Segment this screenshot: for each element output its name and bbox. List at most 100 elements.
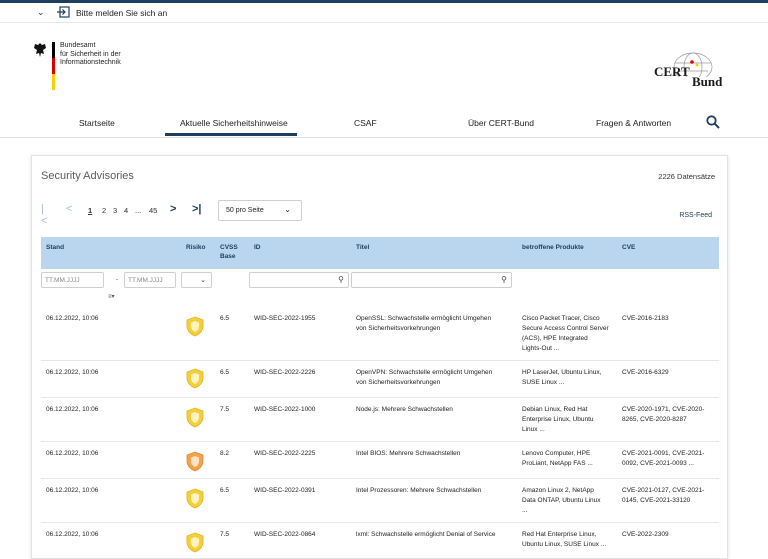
col-cvss-line2: Base <box>220 253 236 260</box>
last-page-button[interactable]: >| <box>192 203 202 215</box>
cell-titel[interactable]: Intel Prozessoren: Mehrere Schwachstelle… <box>356 486 481 496</box>
page-ellipsis: ... <box>135 206 142 215</box>
flag-gold <box>52 74 55 90</box>
cell-titel[interactable]: Intel BIOS: Mehrere Schwachstellen <box>356 449 460 459</box>
first-page-button[interactable]: |< <box>41 203 47 227</box>
cell-id[interactable]: WID-SEC-2022-2225 <box>254 449 315 459</box>
col-cvss-line1: CVSS <box>220 244 238 251</box>
col-cvss[interactable]: CVSS Base <box>220 243 238 261</box>
flag-red <box>52 58 55 74</box>
bsi-name: Bundesamt für Sicherheit in der Informat… <box>60 42 121 68</box>
cell-produkte-line: Lights-Out ... <box>522 345 560 352</box>
cell-titel[interactable]: Node.js: Mehrere Schwachstellen <box>356 405 453 415</box>
cell-id[interactable]: WID-SEC-2022-1955 <box>254 314 315 324</box>
col-stand[interactable]: Stand <box>46 243 64 252</box>
table-row[interactable]: 06.12.2022, 10:06 7.5 WID-SEC-2022-1000 … <box>41 399 719 442</box>
cell-cve-line: 8265, CVE-2020-8287 <box>622 416 687 423</box>
chevron-down-icon: ⌄ <box>200 277 206 284</box>
shield-icon <box>186 451 204 472</box>
table-header: Stand Risiko CVSS Base ID Titel betroffe… <box>41 237 719 269</box>
cell-cve: CVE-2022-2309 <box>622 530 669 540</box>
cell-id[interactable]: WID-SEC-2022-0391 <box>254 486 315 496</box>
col-cve[interactable]: CVE <box>622 243 635 252</box>
advisories-title: Security Advisories <box>41 170 134 182</box>
table-row[interactable]: 06.12.2022, 10:06 8.2 WID-SEC-2022-2225 … <box>41 443 719 479</box>
search-icon[interactable] <box>706 115 720 129</box>
nav-csaf[interactable]: CSAF <box>354 118 377 128</box>
cell-titel-line: lxml: Schwachstelle ermöglicht Denial of… <box>356 531 496 538</box>
title-filter-input[interactable]: ⚲ <box>351 272 512 288</box>
page-2-button[interactable]: 2 <box>102 206 106 215</box>
cell-id[interactable]: WID-SEC-2022-1000 <box>254 405 315 415</box>
bsi-logo[interactable]: Bundesamt für Sicherheit in der Informat… <box>33 42 143 92</box>
cell-produkte-line: Secure Access Control Server <box>522 325 609 332</box>
date-to-field[interactable]: TT.MM.JJJJ <box>124 272 176 288</box>
table-row[interactable]: 06.12.2022, 10:06 6.5 WID-SEC-2022-1955 … <box>41 308 719 361</box>
page-4-button[interactable]: 4 <box>124 206 128 215</box>
chevron-down-icon: ⌄ <box>284 205 291 214</box>
nav-ueber-cert-bund[interactable]: Über CERT-Bund <box>468 118 534 128</box>
cell-cve-line: 0145, CVE-2021-33120 <box>622 497 691 504</box>
cell-id[interactable]: WID-SEC-2022-0864 <box>254 530 315 540</box>
cell-titel-line: Intel BIOS: Mehrere Schwachstellen <box>356 450 461 457</box>
col-risiko[interactable]: Risiko <box>186 243 206 252</box>
login-link[interactable]: Bitte melden Sie sich an <box>76 8 167 18</box>
page-45-button[interactable]: 45 <box>149 206 157 215</box>
shield-icon <box>186 407 204 428</box>
cell-cvss: 6.5 <box>220 369 230 376</box>
cell-stand: 06.12.2022, 10:06 <box>46 450 99 457</box>
per-page-select[interactable]: 50 pro Seite ⌄ <box>218 200 302 221</box>
chevron-down-icon[interactable]: ⌄ <box>37 7 45 18</box>
cell-produkte-line: Ubuntu Linux, SUSE Linux ... <box>522 541 607 548</box>
cell-produkte-line: Cisco Packet Tracer, Cisco <box>522 315 600 322</box>
cell-produkte-line: ProLiant, NetApp FAS ... <box>522 460 593 467</box>
date-to-placeholder: TT.MM.JJJJ <box>128 277 163 284</box>
cell-produkte-line: SUSE Linux ... <box>522 379 565 386</box>
cell-titel[interactable]: lxml: Schwachstelle ermöglicht Denial of… <box>356 530 495 540</box>
cell-stand: 06.12.2022, 10:06 <box>46 369 99 376</box>
cell-titel[interactable]: OpenVPN: Schwachstelle ermöglicht Umgehe… <box>356 368 492 388</box>
table-row[interactable]: 06.12.2022, 10:06 6.5 WID-SEC-2022-2226 … <box>41 362 719 398</box>
prev-page-button[interactable]: < <box>66 203 72 215</box>
shield-icon <box>186 368 204 389</box>
date-from-field[interactable]: TT.MM.JJJJ <box>41 272 104 288</box>
cert-bund-logo[interactable]: CERT Bund <box>652 47 730 91</box>
date-from-placeholder: TT.MM.JJJJ <box>45 277 80 284</box>
cell-titel-line: OpenSSL: Schwachstelle ermöglicht Umgehe… <box>356 315 492 322</box>
nav-fragen-antworten[interactable]: Fragen & Antworten <box>596 118 671 128</box>
login-icon[interactable] <box>57 6 70 18</box>
nav-aktuelle-sicherheitshinweise[interactable]: Aktuelle Sicherheitshinweise <box>180 118 288 128</box>
col-titel[interactable]: Titel <box>356 243 369 252</box>
next-page-button[interactable]: > <box>170 203 176 215</box>
col-produkte[interactable]: betroffene Produkte <box>522 243 584 252</box>
cell-produkte: Lenovo Computer, HPE ProLiant, NetApp FA… <box>522 449 593 469</box>
cell-cve-line: CVE-2022-2309 <box>622 531 669 538</box>
date-range-separator: - <box>116 276 119 283</box>
table-row[interactable]: 06.12.2022, 10:06 7.5 WID-SEC-2022-0864 … <box>41 524 719 558</box>
col-id[interactable]: ID <box>254 243 261 252</box>
cell-id[interactable]: WID-SEC-2022-2226 <box>254 368 315 378</box>
cert-logo-part2: Bund <box>692 74 723 89</box>
cell-produkte: Cisco Packet Tracer, Cisco Secure Access… <box>522 314 609 354</box>
page-1-button[interactable]: 1 <box>88 206 92 215</box>
cell-stand: 06.12.2022, 10:06 <box>46 531 99 538</box>
cell-titel[interactable]: OpenSSL: Schwachstelle ermöglicht Umgehe… <box>356 314 491 334</box>
cell-produkte-line: Debian Linux, Red Hat <box>522 406 588 413</box>
cell-cve-line: CVE-2016-2183 <box>622 315 669 322</box>
table-row[interactable]: 06.12.2022, 10:06 6.5 WID-SEC-2022-0391 … <box>41 480 719 523</box>
nav-startseite[interactable]: Startseite <box>79 118 115 128</box>
cell-cvss: 7.5 <box>220 531 230 538</box>
risk-filter-select[interactable]: ⌄ <box>181 272 212 288</box>
page-3-button[interactable]: 3 <box>113 206 117 215</box>
id-filter-input[interactable]: ⚲ <box>249 272 349 288</box>
cell-cve: CVE-2016-6329 <box>622 368 669 378</box>
cell-cve-line: CVE-2021-0091, CVE-2021- <box>622 450 705 457</box>
cell-produkte-line: Lenovo Computer, HPE <box>522 450 591 457</box>
rss-feed-link[interactable]: RSS-Feed <box>679 212 712 219</box>
bsi-name-line1: Bundesamt <box>60 42 96 49</box>
shield-icon <box>186 488 204 509</box>
sort-icon[interactable]: ≡▾ <box>108 293 115 300</box>
sort-row: ≡▾ <box>41 293 719 303</box>
search-icon: ⚲ <box>338 275 344 284</box>
bsi-name-line2: für Sicherheit in der <box>60 50 121 58</box>
